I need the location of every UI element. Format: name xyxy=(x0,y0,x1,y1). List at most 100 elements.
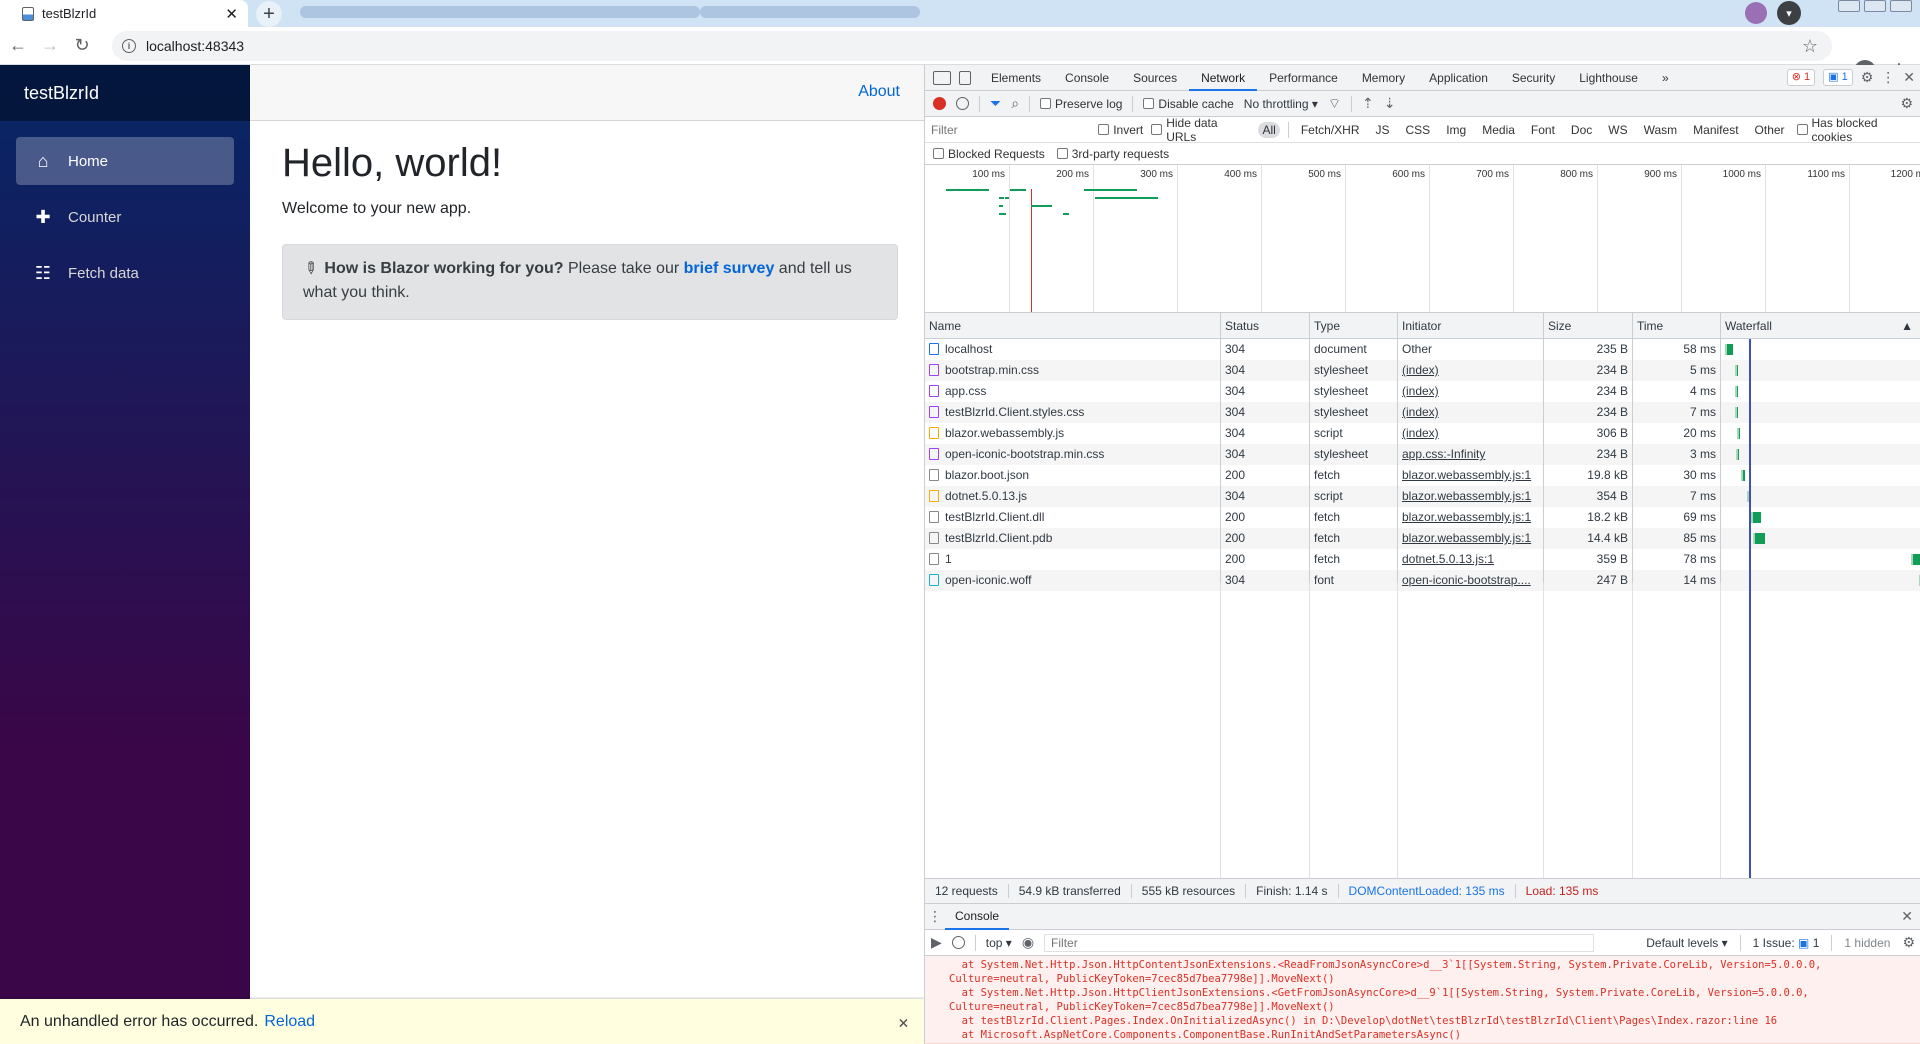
nav-item-home[interactable]: ⌂ Home xyxy=(16,137,234,185)
log-levels-select[interactable]: Default levels ▾ xyxy=(1646,936,1727,950)
network-settings-icon[interactable]: ⚙ xyxy=(1900,95,1913,112)
table-row[interactable]: testBlzrId.Client.dll 200 fetch blazor.weba… xyxy=(925,507,1920,528)
column-header-name[interactable]: Name xyxy=(925,313,1221,338)
record-icon[interactable] xyxy=(933,97,946,110)
tab-search-icon[interactable]: ▾ xyxy=(1777,1,1801,25)
close-tab-icon[interactable]: ✕ xyxy=(225,5,238,23)
new-tab-button[interactable]: + xyxy=(256,1,282,27)
context-select[interactable]: top ▾ xyxy=(986,936,1012,950)
filter-icon[interactable]: ⏷ xyxy=(990,95,1001,112)
request-initiator[interactable]: dotnet.5.0.13.js:1 xyxy=(1398,549,1544,570)
network-overview-timeline[interactable]: 100 ms 200 ms 300 ms 400 ms 500 ms 600 ms 700 … xyxy=(925,165,1920,313)
device-toolbar-icon[interactable] xyxy=(959,70,971,85)
forward-arrow-icon[interactable]: → xyxy=(36,32,64,60)
nav-item-counter[interactable]: ✚ Counter xyxy=(16,193,234,241)
column-header-initiator[interactable]: Initiator xyxy=(1398,313,1544,338)
close-devtools-icon[interactable]: ✕ xyxy=(1903,69,1915,86)
column-header-size[interactable]: Size xyxy=(1544,313,1633,338)
type-filter-ws[interactable]: WS xyxy=(1604,122,1631,138)
survey-link[interactable]: brief survey xyxy=(684,260,775,277)
type-filter-manifest[interactable]: Manifest xyxy=(1689,122,1742,138)
tab-lighthouse[interactable]: Lighthouse xyxy=(1567,65,1650,91)
tab-network[interactable]: Network xyxy=(1189,65,1258,91)
customize-menu-icon[interactable]: ⋮ xyxy=(1881,69,1895,86)
type-filter-font[interactable]: Font xyxy=(1527,122,1559,138)
table-row[interactable]: dotnet.5.0.13.js 304 script blazor.webassem… xyxy=(925,486,1920,507)
back-arrow-icon[interactable]: ← xyxy=(4,32,32,60)
tab-application[interactable]: Application xyxy=(1417,65,1500,91)
more-tabs-icon[interactable]: » xyxy=(1650,65,1681,91)
eye-icon[interactable]: ◉ xyxy=(1022,934,1034,951)
column-header-time[interactable]: Time xyxy=(1633,313,1721,338)
table-row[interactable]: testBlzrId.Client.styles.css 304 styleshee… xyxy=(925,402,1920,423)
tab-elements[interactable]: Elements xyxy=(979,65,1053,91)
type-filter-other[interactable]: Other xyxy=(1751,122,1789,138)
throttling-select[interactable]: No throttling ▾ xyxy=(1244,97,1318,111)
type-filter-wasm[interactable]: Wasm xyxy=(1640,122,1682,138)
tab-sources[interactable]: Sources xyxy=(1121,65,1189,91)
disable-cache-checkbox[interactable]: Disable cache xyxy=(1143,97,1234,111)
reload-link[interactable]: Reload xyxy=(264,1013,315,1031)
console-settings-icon[interactable]: ⚙ xyxy=(1902,934,1915,951)
blocked-cookies-checkbox[interactable]: Has blocked cookies xyxy=(1796,116,1920,144)
request-initiator[interactable]: blazor.webassembly.js:1 xyxy=(1398,528,1544,549)
tab-memory[interactable]: Memory xyxy=(1350,65,1417,91)
preserve-log-checkbox[interactable]: Preserve log xyxy=(1040,97,1122,111)
settings-gear-icon[interactable]: ⚙ xyxy=(1861,69,1874,86)
table-row[interactable]: 1 200 fetch dotnet.5.0.13.js:1 359 B 78 ms xyxy=(925,549,1920,570)
issue-count-badge[interactable]: ▣ 1 xyxy=(1823,69,1853,86)
clear-console-icon[interactable] xyxy=(951,936,965,949)
address-bar[interactable]: i localhost:48343 ☆ xyxy=(112,31,1832,61)
request-initiator[interactable]: app.css:-Infinity xyxy=(1398,444,1544,465)
type-filter-js[interactable]: JS xyxy=(1372,122,1394,138)
about-link[interactable]: About xyxy=(858,83,900,101)
dismiss-icon[interactable]: 🗙 xyxy=(899,1013,908,1034)
request-initiator[interactable]: blazor.webassembly.js:1 xyxy=(1398,507,1544,528)
invert-checkbox[interactable]: Invert xyxy=(1098,123,1143,137)
hide-data-urls-checkbox[interactable]: Hide data URLs xyxy=(1151,116,1250,144)
reload-icon[interactable]: ↻ xyxy=(68,32,96,60)
bookmark-star-icon[interactable]: ☆ xyxy=(1802,36,1818,57)
tab-security[interactable]: Security xyxy=(1500,65,1567,91)
url-text[interactable]: localhost:48343 xyxy=(146,38,1802,54)
site-info-icon[interactable]: i xyxy=(122,39,136,53)
column-header-waterfall[interactable]: Waterfall ▲ xyxy=(1721,313,1920,338)
issues-button[interactable]: 1 Issue: ▣ 1 xyxy=(1753,936,1820,950)
type-filter-fetch[interactable]: Fetch/XHR xyxy=(1297,122,1364,138)
blocked-requests-checkbox[interactable]: Blocked Requests xyxy=(933,147,1045,161)
request-initiator[interactable]: (index) xyxy=(1398,423,1544,444)
import-har-icon[interactable]: ⇡ xyxy=(1362,95,1374,112)
request-initiator[interactable]: blazor.webassembly.js:1 xyxy=(1398,486,1544,507)
table-row[interactable]: blazor.boot.json 200 fetch blazor.webassemb… xyxy=(925,465,1920,486)
third-party-checkbox[interactable]: 3rd-party requests xyxy=(1056,147,1169,161)
network-conditions-icon[interactable]: ⌔ xyxy=(1328,95,1341,113)
nav-item-fetch-data[interactable]: ☷ Fetch data xyxy=(16,249,234,297)
request-initiator[interactable]: (index) xyxy=(1398,402,1544,423)
app-brand[interactable]: testBlzrId xyxy=(0,65,250,121)
export-har-icon[interactable]: ⇣ xyxy=(1384,95,1396,112)
console-filter-input[interactable] xyxy=(1044,933,1595,952)
close-drawer-icon[interactable]: ✕ xyxy=(1901,908,1913,925)
type-filter-doc[interactable]: Doc xyxy=(1567,122,1596,138)
table-row[interactable]: bootstrap.min.css 304 stylesheet (index) 234… xyxy=(925,360,1920,381)
type-filter-css[interactable]: CSS xyxy=(1402,122,1435,138)
search-icon[interactable]: ⌕ xyxy=(1011,95,1019,112)
table-row[interactable]: localhost 304 document Other 235 B 58 ms xyxy=(925,339,1920,360)
maximize-icon[interactable] xyxy=(1864,0,1886,12)
type-filter-all[interactable]: All xyxy=(1258,121,1280,138)
table-row[interactable]: app.css 304 stylesheet (index) 234 B 4 ms xyxy=(925,381,1920,402)
console-error-output[interactable]: at System.Net.Http.Json.HttpContentJsonE… xyxy=(925,956,1920,1044)
request-initiator[interactable]: (index) xyxy=(1398,381,1544,402)
error-count-badge[interactable]: ⊗ 1 xyxy=(1786,69,1816,86)
extension-avatar-icon[interactable] xyxy=(1745,2,1767,24)
clear-icon[interactable] xyxy=(956,97,969,110)
browser-tab[interactable]: testBlzrId ✕ xyxy=(0,0,248,27)
network-filter-input[interactable] xyxy=(929,119,1091,140)
tab-console[interactable]: Console xyxy=(1053,65,1121,91)
column-header-type[interactable]: Type xyxy=(1310,313,1398,338)
close-window-icon[interactable] xyxy=(1890,0,1912,12)
request-initiator[interactable]: blazor.webassembly.js:1 xyxy=(1398,465,1544,486)
drawer-tab-console[interactable]: Console xyxy=(945,904,1010,930)
request-initiator[interactable]: (index) xyxy=(1398,360,1544,381)
drawer-menu-icon[interactable]: ⋮ xyxy=(925,908,945,925)
